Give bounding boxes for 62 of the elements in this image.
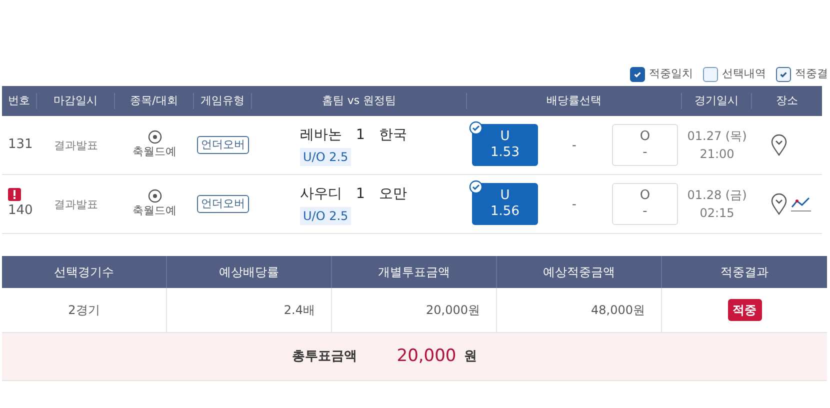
home-team: 사우디 — [300, 184, 342, 204]
location-pin-icon[interactable] — [770, 134, 788, 156]
check-icon — [633, 70, 642, 78]
total-label: 총투표금액 — [292, 348, 357, 366]
home-team: 레바논 — [300, 126, 342, 144]
handicap-tag: U/O 2.5 — [300, 206, 352, 224]
column-header: 장소 — [775, 92, 799, 109]
column-header: 예상배당률 — [167, 256, 332, 288]
summary-value: 2.4배 — [284, 302, 315, 319]
filter-label: 선택내역 — [722, 66, 766, 82]
column-header: 예상적중금액 — [497, 256, 662, 288]
column-header: 홈팀 vs 원정팀 — [252, 92, 467, 110]
odds-button[interactable]: O - — [612, 124, 678, 166]
game-type-tag: 언더오버 — [197, 194, 249, 214]
checkbox[interactable] — [776, 66, 791, 82]
trend-chart-icon[interactable] — [790, 195, 812, 213]
score: 1 — [356, 184, 365, 204]
check-icon — [469, 180, 483, 194]
match-time: 02:15 — [700, 205, 734, 222]
column-header: 배당률선택 — [467, 92, 682, 110]
handicap-tag: U/O 2.5 — [300, 148, 352, 166]
check-icon — [779, 70, 788, 78]
checkbox[interactable] — [703, 66, 718, 82]
away-team: 오만 — [378, 184, 407, 204]
odds-button[interactable]: O - — [612, 183, 678, 225]
away-team: 한국 — [378, 126, 407, 144]
odds-button[interactable]: U 1.56 — [472, 183, 538, 225]
column-header: 경기일시 — [682, 92, 752, 110]
draw-odds: - — [572, 196, 578, 213]
check-icon — [469, 121, 483, 135]
deadline: 결과발표 — [54, 198, 98, 211]
checkbox[interactable] — [630, 66, 645, 82]
deadline: 결과발표 — [54, 138, 98, 152]
column-header: 종목/대회 — [115, 92, 194, 110]
column-header: 게임유형 — [194, 92, 252, 110]
column-header: 개별투표금액 — [332, 256, 497, 288]
match-date: 01.28 (금) — [687, 187, 747, 204]
column-header: 번호 — [2, 92, 37, 110]
summary-value: 48,000원 — [591, 302, 645, 319]
column-header: 선택경기수 — [2, 256, 167, 288]
score: 1 — [356, 126, 365, 144]
draw-odds: - — [572, 137, 578, 154]
total-unit: 원 — [464, 348, 478, 366]
result-badge: 적중 — [728, 299, 762, 321]
game-type-tag: 언더오버 — [197, 136, 249, 154]
soccer-ball-icon — [148, 188, 162, 203]
total-amount: 20,000 — [396, 344, 456, 368]
game-number: 131 — [8, 136, 33, 154]
match-time: 21:00 — [700, 146, 734, 163]
soccer-ball-icon — [148, 130, 162, 144]
filter-label: 적중결 — [795, 66, 828, 82]
match-date: 01.27 (목) — [687, 128, 747, 145]
column-header: 마감일시 — [37, 92, 115, 110]
league-name: 축월드예 — [132, 144, 176, 160]
summary-value: 20,000원 — [426, 302, 480, 319]
game-number: 140 — [8, 202, 33, 220]
summary-value: 2경기 — [68, 302, 100, 319]
location-pin-icon[interactable] — [770, 193, 788, 215]
filter-label: 적중일치 — [649, 66, 693, 82]
column-header: 적중결과 — [720, 264, 770, 281]
odds-button[interactable]: U 1.53 — [472, 124, 538, 166]
league-name: 축월드예 — [132, 202, 176, 219]
